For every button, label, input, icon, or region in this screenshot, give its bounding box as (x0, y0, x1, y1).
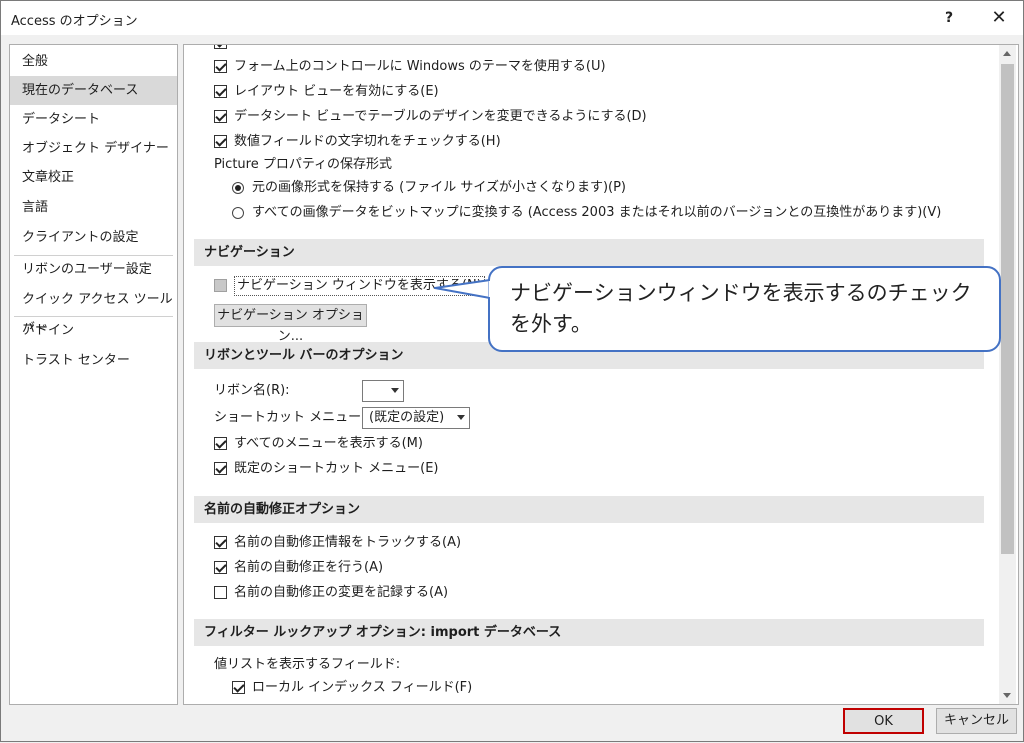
ribbon-name-label: リボン名(R): (214, 383, 290, 398)
option-label: 名前の自動修正情報をトラックする(A) (234, 535, 462, 550)
chevron-down-icon (391, 388, 399, 393)
chevron-down-icon (457, 415, 465, 420)
picture-property-label: Picture プロパティの保存形式 (214, 157, 393, 172)
checkbox[interactable] (232, 681, 245, 694)
sidebar-item-datasheet[interactable]: データシート (10, 105, 177, 134)
vertical-scrollbar[interactable] (999, 45, 1016, 704)
sidebar-item-trust-center[interactable]: トラスト センター (10, 346, 177, 375)
option-label: ナビゲーション ウィンドウを表示する(N) (234, 276, 485, 296)
dropdown-value: (既定の設定) (369, 410, 445, 425)
section-header-navigation: ナビゲーション (194, 239, 984, 266)
option-label: 既定のショートカット メニュー(E) (234, 461, 439, 476)
sidebar-item-language[interactable]: 言語 (10, 193, 177, 222)
option-label: ローカル インデックス フィールド(F) (252, 680, 473, 695)
title-bar: Access のオプション ? ✕ (1, 1, 1023, 35)
section-header-autocorrect: 名前の自動修正オプション (194, 496, 984, 523)
cancel-button[interactable]: キャンセル (936, 708, 1017, 734)
checkbox[interactable] (214, 536, 227, 549)
option-label: 元の画像形式を保持する (ファイル サイズが小さくなります)(P) (252, 180, 627, 195)
option-label: 名前の自動修正を行う(A) (234, 560, 384, 575)
checkbox[interactable] (214, 279, 227, 292)
scroll-down-icon[interactable] (999, 687, 1016, 704)
instruction-callout: ナビゲーションウィンドウを表示するのチェックを外す。 (488, 266, 1001, 352)
value-list-fields-label: 値リストを表示するフィールド: (214, 657, 401, 672)
help-icon[interactable]: ? (937, 7, 961, 29)
options-content: フォーム上のコントロールに Windows のテーマを使用する(U) レイアウト… (183, 44, 1019, 705)
option-label: データシート ビューでテーブルのデザインを変更できるようにする(D) (234, 109, 647, 124)
checkbox[interactable] (214, 45, 227, 49)
sidebar-item-object-designers[interactable]: オブジェクト デザイナー (10, 134, 177, 163)
option-label: すべてのメニューを表示する(M) (234, 436, 423, 451)
sidebar-item-client-settings[interactable]: クライアントの設定 (10, 223, 177, 252)
sidebar-item-current-database[interactable]: 現在のデータベース (10, 76, 177, 105)
sidebar-item-add-ins[interactable]: アドイン (10, 316, 177, 345)
callout-text: ナビゲーションウィンドウを表示するのチェックを外す。 (510, 281, 972, 336)
sidebar-item-customize-ribbon[interactable]: リボンのユーザー設定 (10, 255, 177, 284)
sidebar-item-quick-access-toolbar[interactable]: クイック アクセス ツール バー (10, 285, 177, 336)
ok-button[interactable]: OK (843, 708, 924, 734)
ribbon-name-dropdown[interactable] (362, 380, 404, 402)
radio-button[interactable] (232, 182, 244, 194)
checkbox[interactable] (214, 110, 227, 123)
navigation-options-button[interactable]: ナビゲーション オプション... (214, 304, 367, 344)
checkbox[interactable] (214, 437, 227, 450)
checkbox[interactable] (214, 85, 227, 98)
section-header-filter-lookup: フィルター ルックアップ オプション: import データベース (194, 619, 984, 646)
checkbox[interactable] (214, 561, 227, 574)
close-icon[interactable]: ✕ (987, 7, 1011, 29)
sidebar-item-proofing[interactable]: 文章校正 (10, 163, 177, 192)
category-sidebar: 全般 現在のデータベース データシート オブジェクト デザイナー 文章校正 言語… (9, 44, 178, 705)
checkbox[interactable] (214, 135, 227, 148)
option-label: 名前の自動修正の変更を記録する(A) (234, 585, 449, 600)
shortcut-menu-dropdown[interactable]: (既定の設定) (362, 407, 470, 429)
scrollbar-thumb[interactable] (1001, 64, 1014, 554)
checkbox[interactable] (214, 60, 227, 73)
option-label: 数値フィールドの文字切れをチェックする(H) (234, 134, 501, 149)
option-label: フォーム上のコントロールに Windows のテーマを使用する(U) (234, 59, 606, 74)
option-label: レイアウト ビューを有効にする(E) (234, 84, 439, 99)
sidebar-item-general[interactable]: 全般 (10, 47, 177, 76)
option-label: すべての画像データをビットマップに変換する (Access 2003 またはそれ… (252, 205, 942, 220)
dialog-title: Access のオプション (11, 14, 138, 29)
checkbox[interactable] (214, 586, 227, 599)
options-dialog: Access のオプション ? ✕ 全般 現在のデータベース データシート オブ… (0, 0, 1024, 742)
checkbox[interactable] (214, 462, 227, 475)
radio-button[interactable] (232, 207, 244, 219)
scroll-up-icon[interactable] (999, 45, 1016, 62)
